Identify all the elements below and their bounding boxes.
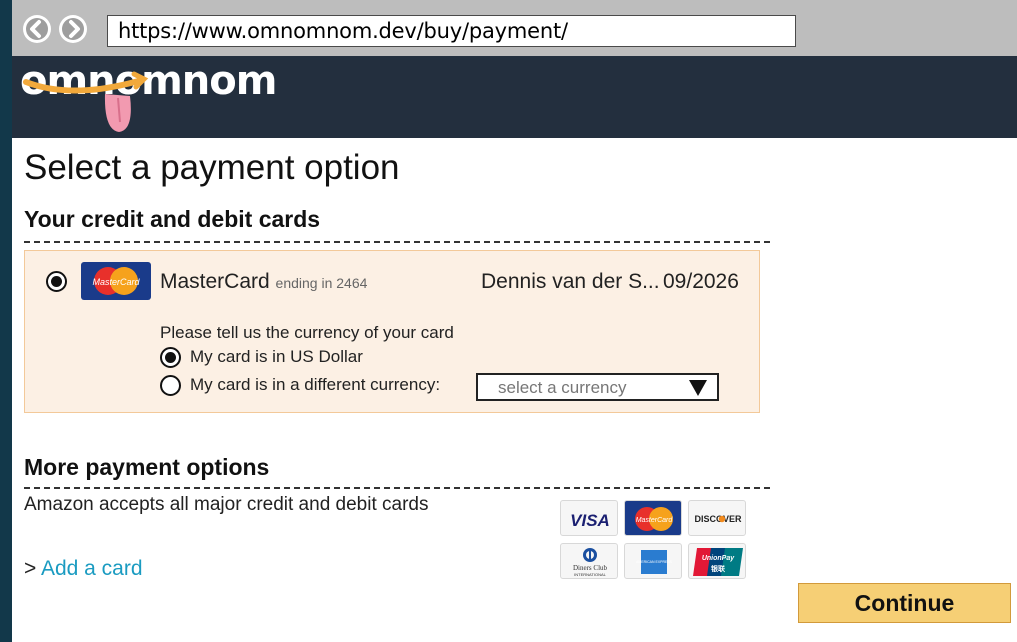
- add-card-row: > Add a card: [24, 557, 143, 581]
- site-header: omnomnom: [12, 56, 1017, 138]
- currency-other-label[interactable]: My card is in a different currency:: [190, 375, 440, 395]
- mastercard-small-icon: MasterCard: [624, 500, 682, 536]
- currency-other-radio[interactable]: [160, 375, 181, 396]
- currency-usd-radio[interactable]: [160, 347, 181, 368]
- diners-club-icon: Diners Club INTERNATIONAL: [560, 543, 618, 579]
- visa-text: VISA: [570, 511, 610, 530]
- mastercard-logo-text: MasterCard: [92, 277, 140, 287]
- amex-text: AMERICAN EXPRESS: [636, 560, 673, 564]
- visa-icon: VISA: [560, 500, 618, 536]
- mastercard-small-text: MasterCard: [636, 517, 674, 524]
- unionpay-text-1: UnionPay: [702, 555, 735, 562]
- page-frame: https://www.omnomnom.dev/buy/payment/ om…: [12, 0, 1017, 642]
- card-brand: MasterCard: [160, 270, 270, 293]
- currency-question: Please tell us the currency of your card: [160, 323, 454, 342]
- accepted-cards-text: Amazon accepts all major credit and debi…: [24, 494, 429, 515]
- amex-icon: AMERICAN EXPRESS: [624, 543, 682, 579]
- currency-usd-label[interactable]: My card is in US Dollar: [190, 347, 363, 367]
- cards-section-heading: Your credit and debit cards: [24, 206, 321, 232]
- diners-text-2: INTERNATIONAL: [574, 572, 606, 577]
- address-bar[interactable]: https://www.omnomnom.dev/buy/payment/: [107, 15, 796, 47]
- add-card-link[interactable]: Add a card: [41, 557, 143, 580]
- currency-select[interactable]: select a currency: [476, 373, 719, 401]
- card-radio[interactable]: [46, 271, 67, 292]
- back-arrow-icon[interactable]: [22, 14, 52, 44]
- more-options-heading: More payment options: [24, 454, 270, 480]
- dropdown-arrow-icon: [689, 380, 707, 396]
- discover-icon: DISCOVER: [688, 500, 746, 536]
- continue-button[interactable]: Continue: [798, 583, 1011, 623]
- add-card-prefix: >: [24, 557, 37, 580]
- unionpay-text-2: 银联: [711, 564, 726, 573]
- unionpay-icon: UnionPay 银联: [688, 543, 746, 579]
- page-title: Select a payment option: [24, 148, 400, 187]
- card-brand-line: MasterCard ending in 2464: [160, 270, 367, 294]
- smile-tongue-logo-icon: [23, 71, 149, 132]
- saved-card-panel: MasterCard MasterCard ending in 2464 Den…: [24, 250, 760, 413]
- card-holder-name: Dennis van der S...: [481, 270, 660, 293]
- divider: [24, 241, 770, 243]
- diners-text-1: Diners Club: [573, 564, 608, 572]
- card-ending: ending in 2464: [275, 275, 368, 291]
- forward-arrow-icon[interactable]: [58, 14, 88, 44]
- browser-toolbar: https://www.omnomnom.dev/buy/payment/: [12, 0, 1017, 56]
- card-expiry: 09/2026: [663, 270, 739, 293]
- mastercard-icon: MasterCard: [81, 262, 151, 300]
- discover-text: DISCOVER: [694, 514, 742, 524]
- currency-select-placeholder: select a currency: [498, 378, 627, 397]
- divider: [24, 487, 770, 489]
